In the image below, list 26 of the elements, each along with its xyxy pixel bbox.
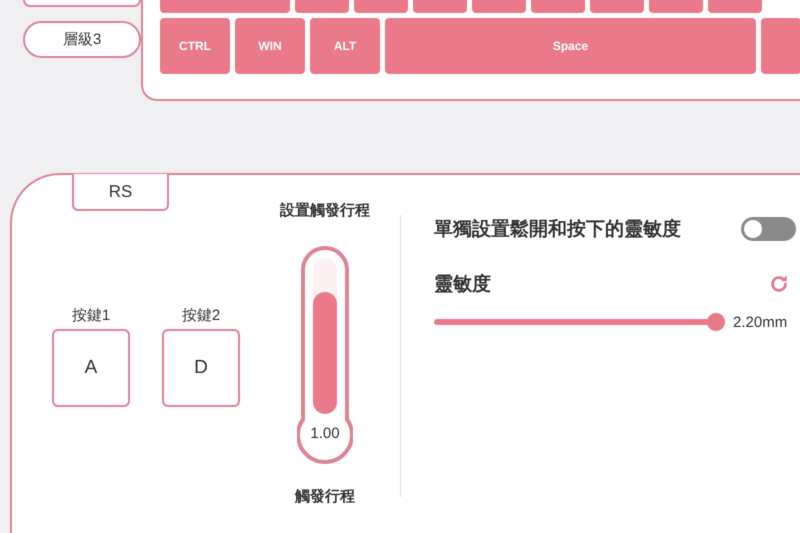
keyboard-key[interactable] [295,0,349,13]
key-label: 按鍵1 [72,306,110,325]
slider-value: 2.20mm [733,314,788,330]
layer-button[interactable] [23,0,141,7]
keyboard-key[interactable] [590,0,644,13]
key-binding-button[interactable]: D [162,329,240,407]
key-label: 按鍵2 [182,306,220,325]
section-title: 設置觸發行程 [280,201,370,221]
toggle-label: 單獨設置鬆開和按下的靈敏度 [434,218,681,242]
keyboard-key[interactable] [472,0,526,13]
keyboard-key[interactable] [649,0,703,13]
reset-icon[interactable] [768,273,790,295]
gauge-caption: 觸發行程 [295,487,355,507]
gauge-track[interactable] [313,258,337,414]
keyboard-key[interactable] [354,0,408,13]
keyboard-key[interactable] [531,0,585,13]
keyboard-key[interactable] [413,0,467,13]
stick-tab[interactable]: RS [72,174,169,211]
layer-button[interactable]: 層級3 [23,21,141,58]
toggle-switch[interactable] [741,217,796,241]
keyboard-key[interactable] [708,0,762,13]
travel-value: 1.00 [309,425,341,442]
keyboard-key[interactable] [160,0,290,13]
section-title: 靈敏度 [434,272,491,297]
key-binding-button[interactable]: A [52,329,130,407]
keyboard-key[interactable] [761,18,800,74]
